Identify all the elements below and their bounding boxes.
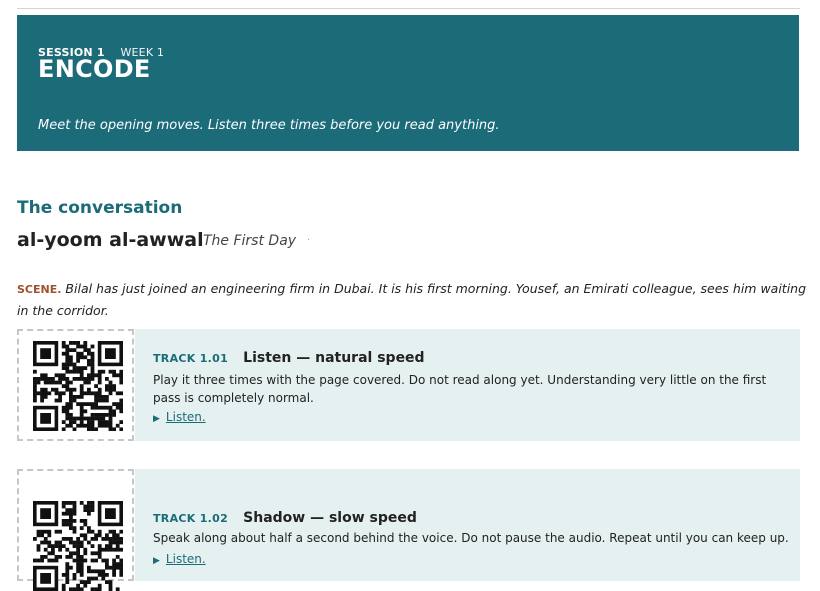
conversation-title: al-yoom al-awwal (17, 229, 204, 251)
page-title: ENCODE (38, 55, 151, 83)
session-intro: Meet the opening moves. Listen three tim… (38, 118, 500, 133)
listen-link[interactable]: Listen. (166, 552, 206, 566)
track-header: TRACK 1.02 Shadow — slow speed (153, 507, 417, 526)
listen-control: ▶ Listen. (153, 410, 206, 424)
scene-text: Bilal has just joined an engineering fir… (17, 281, 807, 318)
track-header: TRACK 1.01 Listen — natural speed (153, 347, 425, 366)
track-title: Shadow — slow speed (243, 510, 417, 526)
track-description: Play it three times with the page covere… (153, 373, 767, 405)
track-panel: TRACK 1.02 Shadow — slow speed Speak alo… (135, 469, 800, 581)
separator-dot: · (307, 235, 311, 246)
track-card: TRACK 1.01 Listen — natural speed Play i… (17, 329, 800, 441)
listen-control: ▶ Listen. (153, 552, 206, 566)
track-number: TRACK 1.01 (153, 352, 229, 365)
track-number: TRACK 1.02 (153, 512, 229, 525)
track-card: TRACK 1.02 Shadow — slow speed Speak alo… (17, 469, 800, 591)
track-title: Listen — natural speed (243, 350, 425, 366)
session-banner: SESSION 1 WEEK 1 ENCODE Meet the opening… (17, 15, 799, 151)
listen-link[interactable]: Listen. (166, 410, 206, 424)
top-divider (17, 8, 800, 9)
scene-description: SCENE. Bilal has just joined an engineeri… (17, 278, 807, 321)
section-title: The conversation (17, 198, 183, 218)
track-panel: TRACK 1.01 Listen — natural speed Play i… (135, 329, 800, 441)
play-triangle-icon: ▶ (153, 414, 160, 424)
qr-code-icon (33, 501, 123, 591)
conversation-subtitle: The First Day (203, 233, 297, 249)
qr-code-frame[interactable] (17, 329, 134, 441)
scene-label: SCENE. (17, 283, 62, 296)
qr-code-frame[interactable] (17, 469, 134, 591)
qr-code-icon (33, 341, 123, 431)
play-triangle-icon: ▶ (153, 556, 160, 566)
track-description: Speak along about half a second behind t… (153, 531, 789, 545)
